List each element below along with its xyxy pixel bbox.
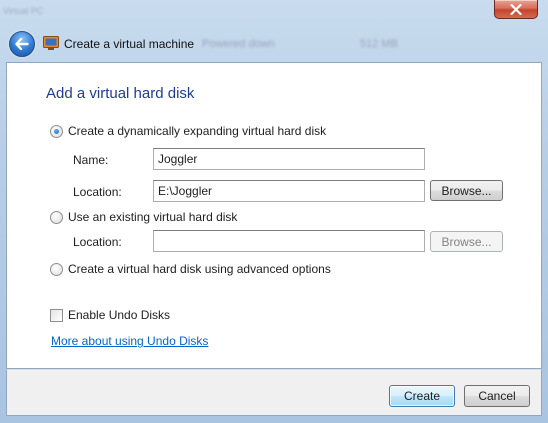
name-label: Name: — [73, 153, 109, 167]
radio-advanced[interactable] — [50, 262, 63, 276]
virtual-machine-icon — [43, 36, 59, 50]
option-existing-disk-label: Use an existing virtual hard disk — [68, 210, 238, 224]
back-arrow-icon — [15, 38, 29, 50]
create-button[interactable]: Create — [389, 385, 455, 407]
existing-browse-button[interactable]: Browse... — [430, 231, 503, 252]
background-blur-text: 512 MB — [360, 38, 398, 50]
dialog-footer: Create Cancel — [6, 369, 542, 416]
option-existing-disk[interactable]: Use an existing virtual hard disk — [50, 210, 237, 224]
location-label: Location: — [73, 185, 122, 199]
option-advanced[interactable]: Create a virtual hard disk using advance… — [50, 262, 331, 276]
undo-disks-help-link[interactable]: More about using Undo Disks — [51, 334, 208, 348]
background-blur-text: Powered down — [202, 38, 275, 50]
name-input[interactable] — [153, 148, 425, 170]
cancel-button[interactable]: Cancel — [464, 385, 530, 407]
option-advanced-label: Create a virtual hard disk using advance… — [68, 262, 331, 276]
option-dynamic-disk-label: Create a dynamically expanding virtual h… — [68, 124, 327, 138]
radio-dynamic-disk[interactable] — [50, 124, 63, 138]
page-heading: Add a virtual hard disk — [46, 85, 195, 102]
background-blur-text: Virtual PC — [3, 6, 44, 16]
browse-button[interactable]: Browse... — [430, 180, 503, 201]
radio-existing-disk[interactable] — [50, 210, 63, 224]
close-button[interactable] — [494, 0, 538, 19]
location-input[interactable] — [153, 180, 425, 202]
undo-disks-label: Enable Undo Disks — [68, 308, 171, 322]
window-title: Create a virtual machine — [64, 37, 195, 51]
content-panel: Add a virtual hard disk Create a dynamic… — [6, 62, 542, 369]
undo-disks-checkbox[interactable] — [50, 308, 63, 322]
existing-location-label: Location: — [73, 235, 122, 249]
undo-disks-option[interactable]: Enable Undo Disks — [50, 308, 170, 322]
back-button[interactable] — [9, 31, 35, 57]
close-icon — [510, 3, 522, 15]
option-dynamic-disk[interactable]: Create a dynamically expanding virtual h… — [50, 124, 326, 138]
existing-location-input[interactable] — [153, 230, 425, 252]
